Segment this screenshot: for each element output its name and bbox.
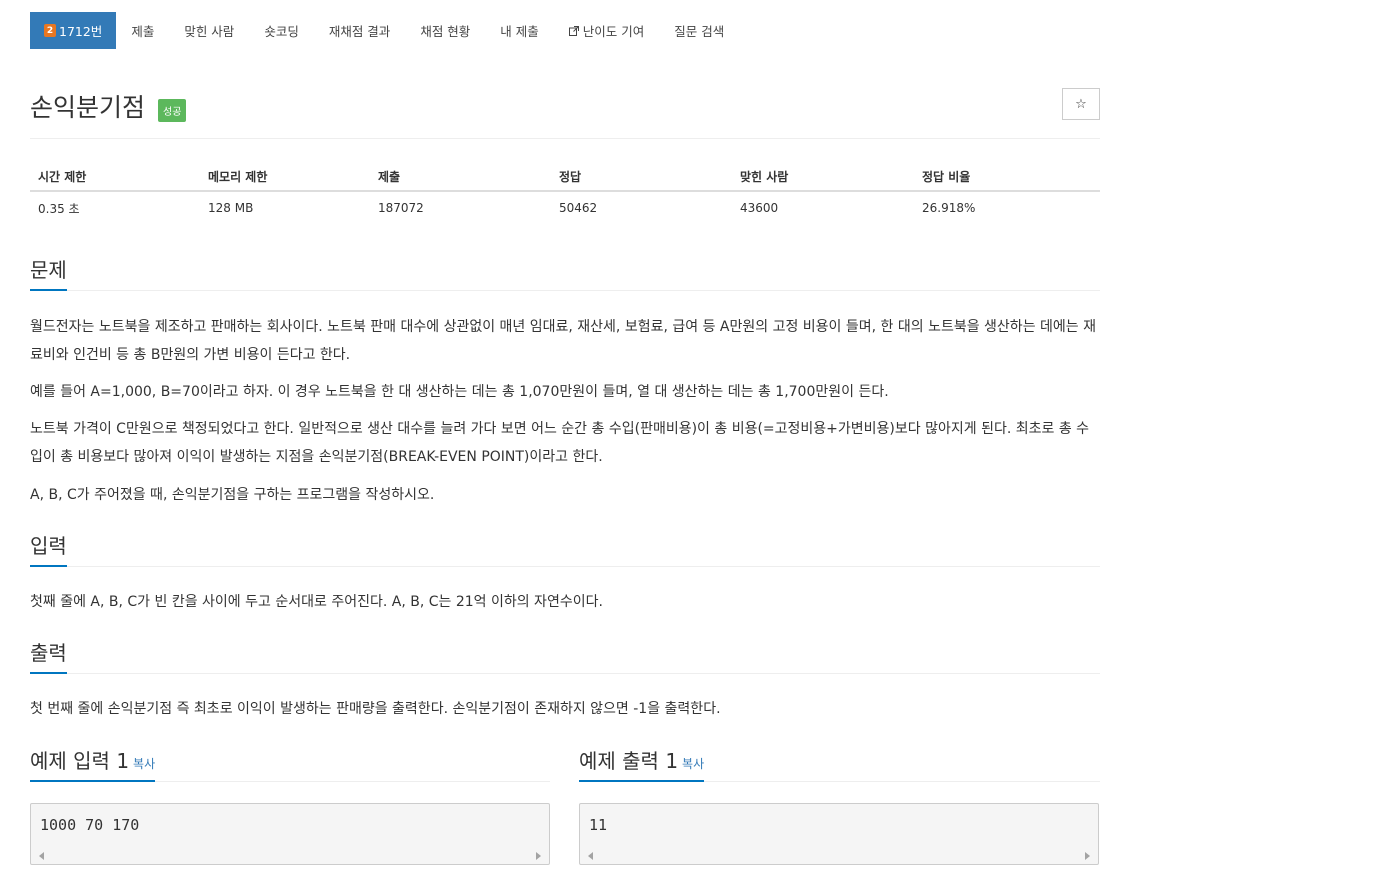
scroll-right-icon[interactable]	[536, 852, 541, 860]
problem-paragraph-4: A, B, C가 주어졌을 때, 손익분기점을 구하는 프로그램을 작성하시오.	[30, 487, 435, 503]
sample-input-header: 예제 입력 1 복사	[30, 745, 550, 782]
problem-paragraph-2: 예를 들어 A=1,000, B=70이라고 하자. 이 경우 노트북을 한 대…	[30, 384, 889, 400]
problem-heading: 문제	[30, 254, 67, 291]
horizontal-scrollbar[interactable]	[31, 847, 549, 864]
output-description: 첫 번째 줄에 손익분기점 즉 최초로 이익이 발생하는 판매량을 출력한다. …	[30, 701, 721, 717]
accept-ratio-value: 26.918%	[922, 201, 976, 215]
problem-section-header: 문제	[30, 254, 1100, 291]
horizontal-scrollbar[interactable]	[580, 847, 1098, 864]
page-container: 2 1712번 제출 맞힌 사람 숏코딩 재채점 결과 채점 현황 내 제출 난…	[30, 12, 1100, 865]
table-header-row: 시간 제한 메모리 제한 제출 정답 맞힌 사람 정답 비율	[30, 162, 1100, 192]
status-badge: 성공	[158, 99, 187, 122]
sample-input-text: 1000 70 170	[40, 816, 140, 834]
submissions-value: 187072	[378, 201, 424, 215]
star-button[interactable]: ☆	[1062, 88, 1100, 120]
problem-number-label: 1712번	[59, 24, 103, 39]
nav-solvers[interactable]: 맞힌 사람	[169, 12, 249, 49]
copy-input-link[interactable]: 복사	[133, 757, 155, 771]
header-accepted: 정답	[551, 162, 732, 192]
output-section-header: 출력	[30, 637, 1100, 674]
input-heading: 입력	[30, 530, 67, 567]
output-heading: 출력	[30, 637, 67, 674]
sample-input-heading: 예제 입력 1 복사	[30, 745, 156, 782]
solvers-value: 43600	[740, 201, 779, 215]
tier-icon: 2	[44, 24, 56, 37]
page-title: 손익분기점	[30, 93, 146, 122]
nav-short-coding[interactable]: 숏코딩	[249, 12, 314, 49]
nav-problem-number[interactable]: 2 1712번	[30, 12, 117, 49]
nav-judge-status[interactable]: 채점 현황	[405, 12, 485, 49]
problem-paragraph-3: 노트북 가격이 C만원으로 책정되었다고 한다. 일반적으로 생산 대수를 늘려…	[30, 421, 1090, 465]
nav-difficulty-contribution[interactable]: 난이도 기여	[554, 12, 659, 49]
problem-nav: 2 1712번 제출 맞힌 사람 숏코딩 재채점 결과 채점 현황 내 제출 난…	[30, 12, 1100, 49]
header-accept-ratio: 정답 비율	[914, 162, 1100, 192]
sample-output-text: 11	[589, 816, 608, 834]
star-icon: ☆	[1075, 96, 1087, 112]
copy-output-link[interactable]: 복사	[682, 757, 704, 771]
nav-submit[interactable]: 제출	[116, 12, 169, 49]
problem-paragraph-1: 월드전자는 노트북을 제조하고 판매하는 회사이다. 노트북 판매 대수에 상관…	[30, 319, 1096, 363]
header-submissions: 제출	[370, 162, 551, 192]
sample-output-box[interactable]: 11	[579, 803, 1099, 865]
nav-question-search[interactable]: 질문 검색	[659, 12, 739, 49]
nav-rejudge-result[interactable]: 재채점 결과	[314, 12, 405, 49]
header-solvers: 맞힌 사람	[732, 162, 914, 192]
sample-input-box[interactable]: 1000 70 170	[30, 803, 550, 865]
sample-output-heading: 예제 출력 1 복사	[579, 745, 705, 782]
accepted-value: 50462	[559, 201, 598, 215]
external-link-icon	[568, 25, 579, 36]
scroll-right-icon[interactable]	[1085, 852, 1090, 860]
input-section-header: 입력	[30, 530, 1100, 567]
problem-info-table: 시간 제한 메모리 제한 제출 정답 맞힌 사람 정답 비율 0.35 초 12…	[30, 162, 1100, 224]
title-row: 손익분기점 성공 ☆	[30, 84, 1100, 139]
header-memory-limit: 메모리 제한	[200, 162, 370, 192]
time-limit-value: 0.35 초	[38, 201, 80, 216]
sample-output-header: 예제 출력 1 복사	[579, 745, 1100, 782]
header-time-limit: 시간 제한	[30, 162, 200, 192]
input-description: 첫째 줄에 A, B, C가 빈 칸을 사이에 두고 순서대로 주어진다. A,…	[30, 594, 603, 610]
memory-limit-value: 128 MB	[208, 201, 254, 215]
difficulty-label: 난이도 기여	[582, 24, 645, 39]
nav-my-submissions[interactable]: 내 제출	[485, 12, 553, 49]
scroll-left-icon[interactable]	[39, 852, 44, 860]
scroll-left-icon[interactable]	[588, 852, 593, 860]
table-row: 0.35 초 128 MB 187072 50462 43600 26.918%	[30, 191, 1100, 224]
